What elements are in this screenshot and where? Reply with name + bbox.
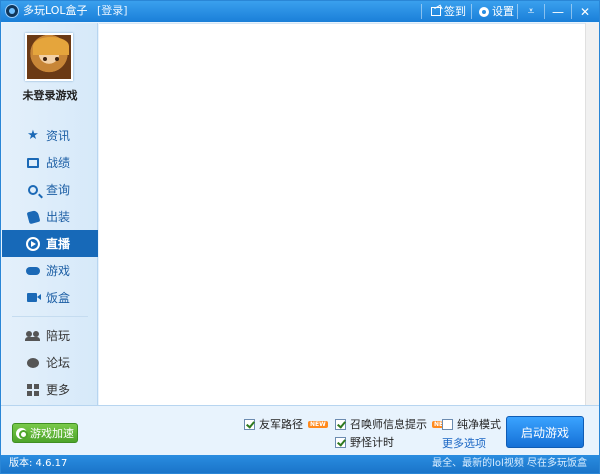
minimize-button[interactable]: — — [545, 1, 571, 22]
news-ticker[interactable]: 最全、最新的lol视频 尽在多玩饭盒 — [432, 458, 587, 470]
gamepad-icon — [26, 264, 40, 278]
sidebar-item-video-box[interactable]: 饭盒 — [2, 284, 98, 311]
video-icon — [26, 291, 41, 305]
sidebar-item-label: 饭盒 — [46, 291, 71, 305]
forum-icon — [26, 356, 40, 370]
checkin-label: 签到 — [444, 5, 466, 18]
pure-mode-checkbox[interactable] — [442, 418, 453, 430]
status-bar: 版本: 4.6.17 最全、最新的lol视频 尽在多玩饭盒 — [1, 455, 599, 473]
summoner-tips-option[interactable]: 召唤师信息提示 NEW — [335, 417, 452, 431]
version-label: 版本: 4.6.17 — [9, 458, 68, 469]
ally-path-option[interactable]: 友军路径 NEW — [244, 417, 328, 431]
new-badge: NEW — [308, 420, 328, 428]
summoner-tips-label: 召唤师信息提示 — [350, 418, 427, 431]
speed-icon — [16, 427, 28, 439]
bottom-bar: 游戏加速 友军路径 NEW 召唤师信息提示 NEW 纯净模式 野怪计时 更多选项… — [1, 405, 599, 455]
sidebar-divider — [12, 316, 88, 317]
login-link[interactable]: [登录] — [97, 4, 128, 18]
stats-icon — [26, 156, 40, 170]
game-speed-label: 游戏加速 — [30, 427, 74, 440]
settings-button[interactable]: 设置 — [479, 1, 514, 22]
sidebar-item-stats[interactable]: 战绩 — [2, 149, 98, 176]
sidebar-item-label: 出装 — [46, 210, 71, 224]
minimize-icon: — — [552, 4, 564, 19]
checkin-icon — [431, 7, 441, 16]
app-logo-icon — [5, 4, 19, 18]
jungle-timer-checkbox[interactable] — [335, 436, 346, 448]
sidebar-item-search[interactable]: 查询 — [2, 176, 98, 203]
titlebar-separator — [421, 4, 422, 19]
dropdown-menu-button[interactable]: ⩡ — [518, 1, 544, 22]
settings-label: 设置 — [492, 5, 514, 18]
sidebar-item-label: 论坛 — [46, 356, 71, 370]
launch-game-button[interactable]: 启动游戏 — [506, 416, 584, 448]
sidebar-item-label: 更多 — [46, 383, 71, 397]
sidebar-item-live[interactable]: 直播 — [2, 230, 98, 257]
content-panel — [99, 23, 585, 405]
sidebar-item-label: 游戏 — [46, 264, 71, 278]
scrollbar[interactable] — [585, 23, 599, 405]
jungle-timer-label: 野怪计时 — [350, 436, 394, 449]
pure-mode-option[interactable]: 纯净模式 — [442, 417, 501, 431]
sidebar-item-label: 查询 — [46, 183, 71, 197]
username[interactable]: 未登录游戏 — [2, 87, 98, 103]
sidebar-item-more[interactable]: 更多 — [2, 376, 98, 403]
titlebar-separator — [471, 4, 472, 19]
chevron-down-icon: ⩡ — [527, 4, 535, 18]
gear-icon — [479, 6, 489, 17]
jungle-timer-option[interactable]: 野怪计时 — [335, 435, 394, 449]
app-title: 多玩LOL盒子 — [23, 4, 88, 17]
sidebar-item-companion[interactable]: 陪玩 — [2, 322, 98, 349]
sidebar-item-equipment[interactable]: 出装 — [2, 203, 98, 230]
ally-path-label: 友军路径 — [259, 418, 303, 431]
avatar[interactable] — [25, 33, 73, 81]
sidebar-item-forum[interactable]: 论坛 — [2, 349, 98, 376]
ally-path-checkbox[interactable] — [244, 418, 255, 430]
star-icon: ★ — [27, 127, 39, 143]
summoner-tips-checkbox[interactable] — [335, 418, 346, 430]
companion-icon — [25, 329, 40, 343]
sidebar-item-label: 陪玩 — [46, 329, 71, 343]
title-bar[interactable]: 多玩LOL盒子 [登录] 签到 设置 ⩡ — ✕ — [1, 1, 599, 22]
sidebar-item-label: 直播 — [46, 237, 71, 251]
equipment-icon — [26, 209, 40, 224]
play-icon — [26, 236, 40, 251]
game-speed-button[interactable]: 游戏加速 — [12, 423, 78, 443]
app-window: 多玩LOL盒子 [登录] 签到 设置 ⩡ — ✕ 未登录游戏 ★ 资讯 战绩 查… — [0, 0, 600, 474]
checkin-button[interactable]: 签到 — [431, 1, 466, 22]
search-icon — [26, 183, 40, 197]
sidebar-item-games[interactable]: 游戏 — [2, 257, 98, 284]
sidebar-item-label: 战绩 — [46, 156, 71, 170]
more-options-link[interactable]: 更多选项 — [442, 435, 486, 451]
close-icon: ✕ — [579, 4, 591, 19]
close-button[interactable]: ✕ — [572, 1, 598, 22]
grid-icon — [26, 383, 40, 397]
sidebar-item-label: 资讯 — [46, 129, 71, 143]
sidebar-item-news[interactable]: ★ 资讯 — [2, 122, 98, 149]
pure-mode-label: 纯净模式 — [457, 418, 501, 431]
sidebar: 未登录游戏 ★ 资讯 战绩 查询 出装 直播 游戏 饭盒 陪玩 论坛 更多 — [2, 23, 98, 405]
